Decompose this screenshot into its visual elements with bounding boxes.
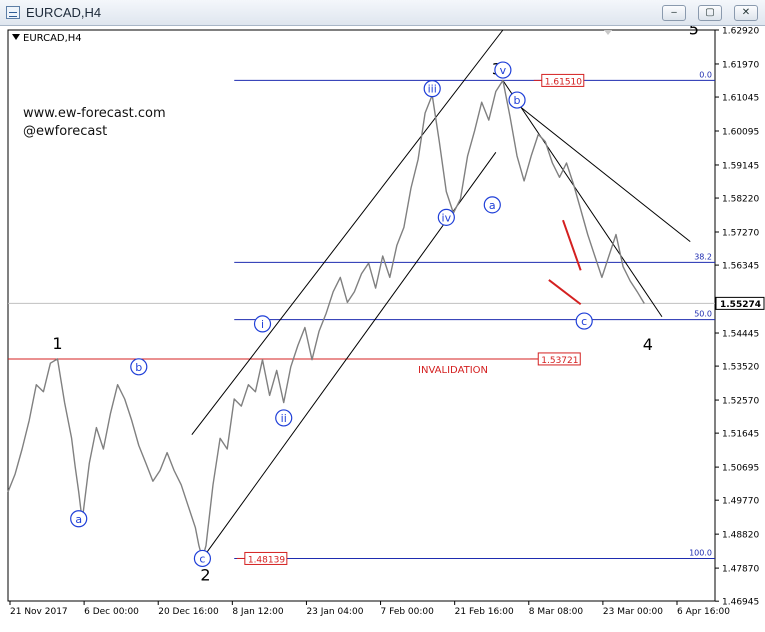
watermark-website: www.ew-forecast.com [23,106,166,121]
x-tick-label: 21 Feb 16:00 [455,607,514,617]
window-titlebar: EURCAD,H4 ‒ ▢ ✕ [0,0,765,26]
window-title: EURCAD,H4 [26,5,102,20]
wave-number-label: 4 [643,335,653,354]
fib-level-label: 38.2 [694,252,712,261]
price-tag-label: 1.61510 [545,77,582,87]
y-tick-label: 1.50695 [722,464,759,474]
y-tick-label: 1.62920 [722,27,759,37]
price-chart[interactable]: 0.038.250.0100.0INVALIDATION 12345abciii… [0,19,765,628]
x-tick-label: 6 Dec 00:00 [84,607,139,617]
y-tick-label: 1.57270 [722,229,759,239]
fib-level-label: 0.0 [699,70,712,79]
x-tick-label: 23 Mar 00:00 [603,607,663,617]
wave-circle-text: c [581,315,587,328]
wave-circle-label: ii [275,409,293,427]
wave-circle-label: a [70,510,88,528]
wave-circle-text: a [75,513,82,526]
y-tick-label: 1.51645 [722,430,759,440]
fib-level-label: 100.0 [689,548,712,557]
x-tick-label: 23 Jan 04:00 [306,607,363,617]
chart-area[interactable]: 0.038.250.0100.0INVALIDATION 12345abciii… [0,19,765,628]
fib-level-label: 50.0 [694,310,712,319]
wave-circle-text: iii [428,83,437,96]
y-tick-label: 1.56345 [722,262,759,272]
x-tick-label: 20 Dec 16:00 [158,607,219,617]
wave-circle-text: c [199,552,205,565]
wave-circle-label: a [483,196,501,214]
y-tick-label: 1.48820 [722,531,759,541]
x-tick-label: 7 Feb 00:00 [381,607,435,617]
y-tick-label: 1.60095 [722,128,759,138]
price-tag-label: 1.53721 [541,356,578,366]
wave-circle-text: i [261,318,264,331]
wave-number-label: 1 [52,334,62,353]
wave-circle-text: iv [442,211,452,224]
x-tick-label: 8 Jan 12:00 [232,607,284,617]
symbol-label: EURCAD,H4 [23,33,82,44]
invalidation-label: INVALIDATION [418,365,488,376]
wave-circle-text: v [500,64,507,77]
wave-circle-label: c [193,549,212,568]
y-tick-label: 1.58220 [722,195,759,205]
chart-window-icon [6,6,20,19]
y-tick-label: 1.53520 [722,363,759,373]
y-tick-label: 1.47870 [722,565,759,575]
watermark-handle: @ewforecast [23,124,107,139]
wave-number-label: 5 [689,26,699,38]
minimize-button[interactable]: ‒ [662,5,686,21]
wave-circle-label: i [253,315,272,333]
x-tick-label: 6 Apr 16:00 [677,607,730,617]
wave-circle-text: b [514,94,521,107]
wave-circle-label: v [494,61,512,79]
wave-circle-label: c [575,312,593,330]
price-tag-label: 1.48139 [248,555,285,565]
maximize-button[interactable]: ▢ [698,5,722,21]
wave-circle-text: b [135,361,142,374]
x-tick-label: 8 Mar 08:00 [529,607,584,617]
wave-circle-text: a [489,199,496,212]
wave-circle-label: b [130,358,148,376]
wave-number-label: 2 [200,565,210,584]
y-tick-label: 1.59145 [722,161,759,171]
y-tick-label: 1.61970 [722,60,759,70]
x-tick-label: 21 Nov 2017 [10,607,68,617]
y-tick-label: 1.49770 [722,497,759,507]
wave-circle-text: ii [281,412,287,425]
wave-circle-label: iii [423,80,441,98]
close-button[interactable]: ✕ [734,5,758,21]
wave-circle-label: b [508,91,526,109]
y-tick-label: 1.54445 [722,330,759,340]
wave-circle-label: iv [437,208,455,226]
y-tick-label: 1.61045 [722,94,759,104]
current-price-label: 1.55274 [720,300,761,310]
y-tick-label: 1.52570 [722,397,759,407]
